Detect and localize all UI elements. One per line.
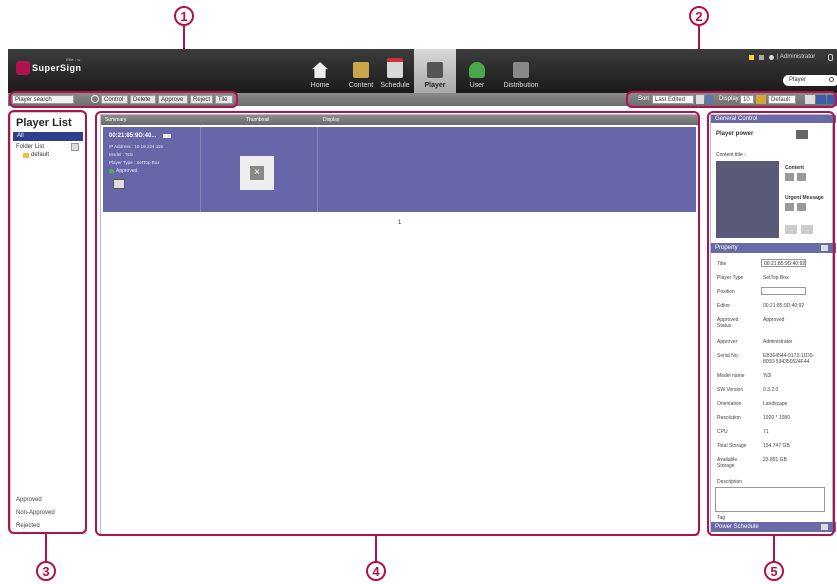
- highlight-5: [707, 111, 835, 536]
- nav-home[interactable]: Home: [300, 49, 340, 93]
- content-icon: [353, 62, 369, 78]
- nav-distribution-label: Distribution: [503, 82, 539, 89]
- callout-4: 4: [366, 561, 386, 581]
- callout-2: 2: [689, 6, 709, 26]
- gear-icon[interactable]: [769, 55, 774, 60]
- player-icon: [427, 62, 443, 78]
- callout-1: 1: [174, 6, 194, 26]
- highlight-1: [9, 91, 238, 108]
- search-input-value: Player: [789, 77, 807, 83]
- logout-icon[interactable]: [828, 54, 833, 61]
- nav-schedule[interactable]: Schedule: [375, 49, 415, 93]
- callout-3-line: [45, 530, 47, 562]
- brand-sub: Elite - w: [66, 57, 81, 62]
- nav-player-label: Player: [424, 82, 446, 89]
- callout-4-line: [375, 534, 377, 562]
- nav-content-label: Content: [348, 82, 374, 89]
- schedule-icon: [387, 58, 403, 78]
- user-icon: [469, 62, 485, 78]
- brand-logo-icon: [16, 61, 30, 75]
- highlight-2: [626, 91, 837, 108]
- brand-name: SuperSign: [32, 63, 82, 73]
- home-icon: [312, 62, 328, 78]
- search-icon[interactable]: [829, 77, 834, 82]
- highlight-3: [8, 110, 87, 534]
- nav-schedule-label: Schedule: [380, 82, 410, 89]
- info-icon[interactable]: [759, 55, 764, 60]
- nav-user[interactable]: User: [457, 49, 497, 93]
- header-bar: SuperSign Elite - w Home Content Schedul…: [8, 49, 837, 93]
- nav-player[interactable]: Player: [414, 49, 456, 93]
- nav-home-label: Home: [310, 82, 330, 89]
- nav-distribution[interactable]: Distribution: [498, 49, 544, 93]
- callout-5: 5: [764, 561, 784, 581]
- highlight-4: [95, 111, 700, 536]
- distribution-icon: [513, 62, 529, 78]
- search-input[interactable]: Player: [783, 75, 837, 86]
- callout-5-line: [773, 534, 775, 562]
- nav-user-label: User: [469, 82, 485, 89]
- user-name: | Administrator: [777, 54, 816, 60]
- notify-icon[interactable]: [749, 55, 754, 60]
- callout-3: 3: [36, 561, 56, 581]
